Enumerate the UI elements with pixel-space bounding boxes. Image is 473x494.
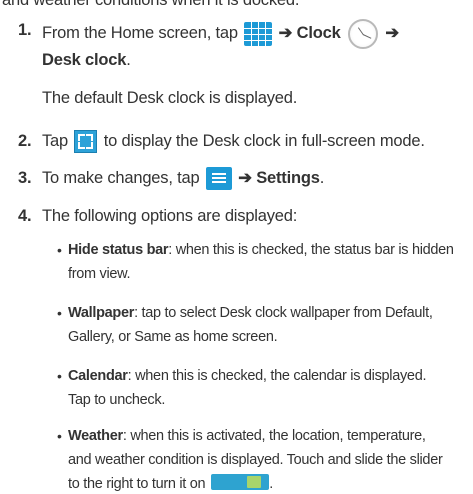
option-desc-tail: to the right to turn it on <box>68 476 206 492</box>
fullscreen-icon <box>74 130 98 154</box>
option-term: Hide status bar <box>68 242 169 258</box>
option-desc: : tap to select Desk clock wallpaper fro… <box>134 305 433 321</box>
step-3-text: To make changes, tap <box>42 169 200 187</box>
step-number: 4. <box>18 207 32 225</box>
option-calendar: Calendar: when this is checked, the cale… <box>68 366 427 386</box>
option-period: . <box>269 476 274 492</box>
option-term: Weather <box>68 428 123 444</box>
bullet: • <box>57 305 62 321</box>
step-1-text: From the Home screen, tap <box>42 24 238 42</box>
option-desc-cont: Gallery, or Same as home screen. <box>68 329 278 345</box>
step-3-period: . <box>319 169 325 187</box>
step-2-line: Tap to display the Desk clock in full-sc… <box>42 127 425 155</box>
step-1-line: From the Home screen, tap ➔ Clock ➔ <box>42 18 399 49</box>
option-desc: : when this is checked, the calendar is … <box>127 368 427 384</box>
step-2-desc: to display the Desk clock in full-screen… <box>103 132 425 150</box>
option-weather: Weather: when this is activated, the loc… <box>68 426 426 446</box>
option-wallpaper: Wallpaper: tap to select Desk clock wall… <box>68 303 433 323</box>
toggle-switch-icon <box>211 474 270 490</box>
step-1-arrow: ➔ <box>385 24 399 42</box>
step-2-text: Tap <box>42 132 69 150</box>
bullet: • <box>57 428 62 444</box>
bullet: • <box>57 242 62 258</box>
option-desc-cont: from view. <box>68 266 131 282</box>
step-1-note: The default Desk clock is displayed. <box>42 89 298 107</box>
option-term: Calendar <box>68 368 128 384</box>
menu-icon <box>205 167 232 191</box>
option-hide-status-bar: Hide status bar: when this is checked, t… <box>68 240 454 260</box>
step-3-settings: ➔ Settings <box>238 169 320 187</box>
step-1-arrow-clock: ➔ Clock <box>278 24 341 42</box>
step-1-desk-clock: Desk clock <box>42 51 127 69</box>
step-number: 1. <box>18 21 32 39</box>
step-number: 2. <box>18 132 32 150</box>
bullet: • <box>57 368 62 384</box>
step-1-period: . <box>126 51 131 69</box>
apps-grid-icon <box>244 21 273 46</box>
option-desc-cont: Tap to uncheck. <box>68 392 166 408</box>
option-desc-cont: and weather condition is displayed. Touc… <box>68 452 443 468</box>
option-desc: : when this is checked, the status bar i… <box>168 242 454 258</box>
intro-fragment: and weather conditions when it is docked… <box>2 0 300 9</box>
clock-icon <box>347 18 378 49</box>
option-desc-cont: to the right to turn it on. <box>68 474 273 494</box>
step-1-line-2: Desk clock. <box>42 50 131 70</box>
step-4-text: The following options are displayed: <box>42 207 298 225</box>
step-3-line: To make changes, tap ➔ Settings. <box>42 164 324 192</box>
step-number: 3. <box>18 169 32 187</box>
option-desc: : when this is activated, the location, … <box>122 428 426 444</box>
option-term: Wallpaper <box>68 305 135 321</box>
